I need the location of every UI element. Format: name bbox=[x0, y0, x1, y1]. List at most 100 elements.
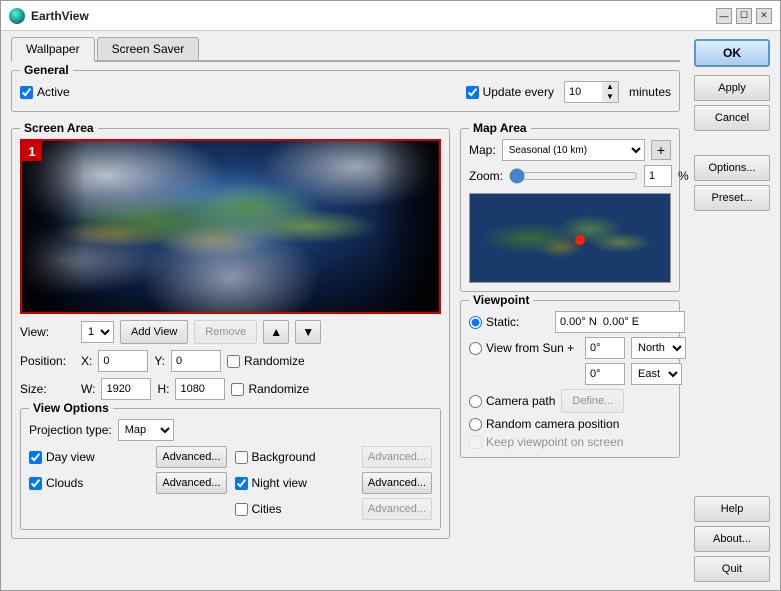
move-down-button[interactable]: ▼ bbox=[295, 320, 321, 344]
sun-degree-input[interactable] bbox=[585, 337, 625, 359]
clouds-advanced-button[interactable]: Advanced... bbox=[156, 472, 226, 494]
day-advanced-button[interactable]: Advanced... bbox=[156, 446, 226, 468]
random-camera-radio[interactable] bbox=[469, 418, 482, 431]
clouds-checkbox-label[interactable]: Clouds bbox=[29, 476, 83, 490]
camera-path-radio-label[interactable]: Camera path bbox=[469, 394, 555, 408]
clouds-checkbox[interactable] bbox=[29, 477, 42, 490]
general-title: General bbox=[20, 63, 73, 77]
randomize1-checkbox[interactable] bbox=[227, 355, 240, 368]
update-increment-button[interactable]: ▲ bbox=[602, 82, 618, 92]
window-body: Wallpaper Screen Saver General Active Up… bbox=[1, 31, 780, 590]
zoom-label: Zoom: bbox=[469, 169, 503, 183]
random-camera-radio-label[interactable]: Random camera position bbox=[469, 417, 669, 431]
about-button[interactable]: About... bbox=[694, 526, 770, 552]
static-radio-label[interactable]: Static: bbox=[469, 315, 549, 329]
active-checkbox[interactable] bbox=[20, 86, 33, 99]
main-window: EarthView — ☐ ✕ Wallpaper Screen Saver G… bbox=[0, 0, 781, 591]
view-from-sun-radio[interactable] bbox=[469, 342, 482, 355]
background-checkbox-label[interactable]: Background bbox=[235, 450, 316, 464]
move-up-button[interactable]: ▲ bbox=[263, 320, 289, 344]
tab-screen-saver[interactable]: Screen Saver bbox=[97, 37, 200, 60]
general-content: Active Update every ▲ ▼ minutes bbox=[20, 81, 671, 103]
cancel-button[interactable]: Cancel bbox=[694, 105, 770, 131]
remove-button[interactable]: Remove bbox=[194, 320, 257, 344]
map-area-title: Map Area bbox=[469, 121, 531, 135]
update-decrement-button[interactable]: ▼ bbox=[602, 92, 618, 102]
camera-path-label: Camera path bbox=[486, 394, 555, 408]
map-select[interactable]: Seasonal (10 km) Blue Marble Night bbox=[502, 139, 645, 161]
apply-button[interactable]: Apply bbox=[694, 75, 770, 101]
earth-preview-image bbox=[22, 141, 439, 312]
zoom-value-input[interactable] bbox=[644, 165, 672, 187]
update-checkbox[interactable] bbox=[466, 86, 479, 99]
cities-label: Cities bbox=[252, 502, 282, 516]
cities-advanced-button[interactable]: Advanced... bbox=[362, 498, 432, 520]
degree2-row: East West bbox=[469, 363, 671, 385]
options-button[interactable]: Options... bbox=[694, 155, 770, 181]
day-view-checkbox-label[interactable]: Day view bbox=[29, 450, 95, 464]
map-select-row: Map: Seasonal (10 km) Blue Marble Night … bbox=[469, 139, 671, 161]
map-preview[interactable] bbox=[469, 193, 671, 283]
randomize2-checkbox[interactable] bbox=[231, 383, 244, 396]
north-select[interactable]: North South bbox=[631, 337, 686, 359]
y-input[interactable] bbox=[171, 350, 221, 372]
position-row: Position: X: Y: Randomize bbox=[20, 350, 441, 372]
view-options-title: View Options bbox=[29, 401, 113, 415]
view-label: View: bbox=[20, 325, 75, 339]
height-input[interactable] bbox=[175, 378, 225, 400]
cities-checkbox[interactable] bbox=[235, 503, 248, 516]
camera-path-row: Camera path Define... bbox=[469, 389, 671, 413]
y-label: Y: bbox=[154, 354, 165, 368]
active-checkbox-label[interactable]: Active bbox=[20, 85, 70, 99]
maximize-button[interactable]: ☐ bbox=[736, 8, 752, 24]
static-value-input[interactable] bbox=[555, 311, 685, 333]
clouds-label: Clouds bbox=[46, 476, 83, 490]
close-button[interactable]: ✕ bbox=[756, 8, 772, 24]
x-input[interactable] bbox=[98, 350, 148, 372]
static-row: Static: bbox=[469, 311, 671, 333]
night-view-checkbox-label[interactable]: Night view bbox=[235, 476, 307, 490]
day-view-label: Day view bbox=[46, 450, 95, 464]
randomize2-label[interactable]: Randomize bbox=[231, 382, 309, 396]
view-select[interactable]: 1 bbox=[81, 321, 114, 343]
map-add-button[interactable]: + bbox=[651, 140, 671, 160]
left-column: Screen Area 1 bbox=[11, 120, 450, 539]
view-from-sun-radio-label[interactable]: View from Sun + bbox=[469, 341, 579, 355]
projection-select[interactable]: Map Globe Flat bbox=[118, 419, 174, 441]
randomize1-label[interactable]: Randomize bbox=[227, 354, 305, 368]
size-row: Size: W: H: Randomize bbox=[20, 378, 441, 400]
static-radio[interactable] bbox=[469, 316, 482, 329]
screen-area-title: Screen Area bbox=[20, 121, 98, 135]
east-select[interactable]: East West bbox=[631, 363, 682, 385]
active-label: Active bbox=[37, 85, 70, 99]
help-button[interactable]: Help bbox=[694, 496, 770, 522]
camera-path-radio[interactable] bbox=[469, 395, 482, 408]
view-from-sun-row: View from Sun + North South bbox=[469, 337, 671, 359]
keep-viewpoint-checkbox[interactable] bbox=[469, 436, 482, 449]
define-button[interactable]: Define... bbox=[561, 389, 624, 413]
quit-button[interactable]: Quit bbox=[694, 556, 770, 582]
cities-checkbox-label[interactable]: Cities bbox=[235, 502, 282, 516]
random-camera-label: Random camera position bbox=[486, 417, 619, 431]
tab-wallpaper[interactable]: Wallpaper bbox=[11, 37, 95, 62]
night-advanced-button[interactable]: Advanced... bbox=[362, 472, 432, 494]
map-area-content: Map: Seasonal (10 km) Blue Marble Night … bbox=[469, 139, 671, 283]
preset-button[interactable]: Preset... bbox=[694, 185, 770, 211]
update-value-input[interactable] bbox=[564, 81, 602, 103]
screen-area-content: 1 View: bbox=[20, 139, 441, 530]
east-degree-input[interactable] bbox=[585, 363, 625, 385]
add-view-button[interactable]: Add View bbox=[120, 320, 188, 344]
percent-label: % bbox=[678, 169, 689, 183]
keep-viewpoint-label[interactable]: Keep viewpoint on screen bbox=[469, 435, 623, 449]
minimize-button[interactable]: — bbox=[716, 8, 732, 24]
background-checkbox[interactable] bbox=[235, 451, 248, 464]
day-view-checkbox[interactable] bbox=[29, 451, 42, 464]
width-input[interactable] bbox=[101, 378, 151, 400]
app-icon bbox=[9, 8, 25, 24]
zoom-slider[interactable] bbox=[509, 169, 638, 183]
ok-button[interactable]: OK bbox=[694, 39, 770, 67]
view-from-sun-label: View from Sun + bbox=[486, 341, 574, 355]
night-view-checkbox[interactable] bbox=[235, 477, 248, 490]
update-checkbox-label[interactable]: Update every bbox=[466, 85, 554, 99]
background-advanced-button[interactable]: Advanced... bbox=[362, 446, 432, 468]
